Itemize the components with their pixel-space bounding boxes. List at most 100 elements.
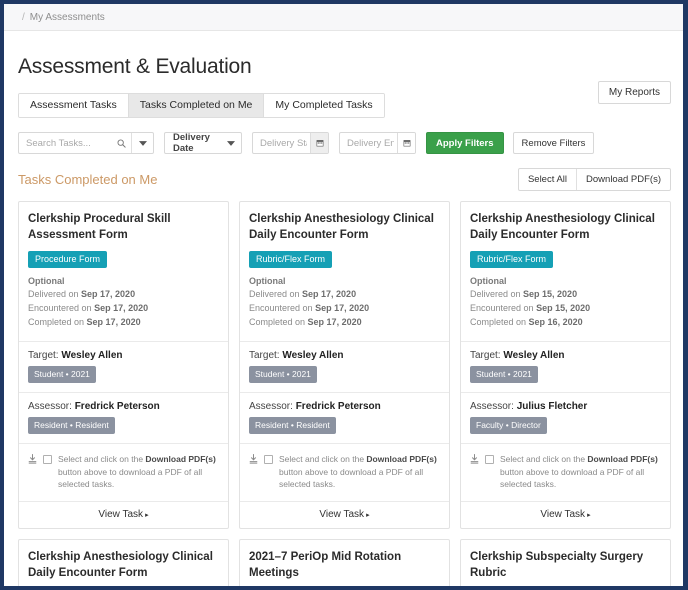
download-instruction-prefix: Select and click on the <box>500 454 587 464</box>
task-meta-prefix: Delivered on <box>28 289 81 299</box>
assessor-name: Julius Fletcher <box>517 401 588 412</box>
target-line: Target: Wesley Allen <box>470 350 661 361</box>
search-icon[interactable] <box>112 133 132 153</box>
task-meta-line: Completed on Sep 17, 2020 <box>28 316 219 330</box>
tab-bar: Assessment TasksTasks Completed on MeMy … <box>18 93 385 118</box>
download-icon <box>28 454 37 467</box>
delivery-end-input[interactable] <box>340 133 397 153</box>
task-card-title: Clerkship Anesthesiology Clinical Daily … <box>470 212 661 243</box>
task-download-row: Select and click on the Download PDF(s) … <box>19 443 228 501</box>
assessor-role-pill: Faculty • Director <box>470 417 547 434</box>
task-meta-prefix: Delivered on <box>470 289 523 299</box>
task-type-badge: Rubric/Flex Form <box>249 251 332 268</box>
view-task-label: View Task <box>540 509 585 520</box>
my-reports-button[interactable]: My Reports <box>598 81 671 104</box>
task-card-grid: Clerkship Procedural Skill Assessment Fo… <box>18 201 671 586</box>
task-download-row: Select and click on the Download PDF(s) … <box>240 443 449 501</box>
chevron-right-icon: ▸ <box>145 512 149 519</box>
delivery-end-calendar-icon[interactable] <box>397 133 415 153</box>
view-task-button[interactable]: View Task▸ <box>461 501 670 528</box>
target-label: Target: <box>470 350 501 361</box>
task-meta-line: Delivered on Sep 17, 2020 <box>28 288 219 302</box>
task-assessor-section: Assessor: Fredrick Peterson Resident • Re… <box>19 392 228 443</box>
download-instruction-suffix: button above to download a PDF of all se… <box>500 467 644 490</box>
task-meta-prefix: Delivered on <box>249 289 302 299</box>
target-line: Target: Wesley Allen <box>28 350 219 361</box>
search-filter-chevron-down-icon[interactable] <box>132 133 153 153</box>
task-card: Clerkship Subspecialty Surgery RubricRub… <box>460 539 671 586</box>
task-select-checkbox[interactable] <box>43 455 52 464</box>
task-assessor-section: Assessor: Fredrick PetersonResident • Re… <box>240 392 449 443</box>
task-meta-value: Sep 17, 2020 <box>302 289 356 299</box>
task-card-title: Clerkship Subspecialty Surgery Rubric <box>470 550 661 581</box>
task-card: Clerkship Anesthesiology Clinical Daily … <box>239 201 450 529</box>
search-input[interactable] <box>19 133 112 153</box>
download-instruction-prefix: Select and click on the <box>279 454 366 464</box>
task-card-title: 2021–7 PeriOp Mid Rotation Meetings <box>249 550 440 581</box>
assessor-role-pill: Resident • Resident <box>28 417 115 434</box>
task-card-date-range: Aug 31, 2020 to Sep 27, 2020 <box>249 585 440 586</box>
breadcrumb-item-my-assessments[interactable]: My Assessments <box>30 12 105 23</box>
download-instruction-suffix: button above to download a PDF of all se… <box>279 467 423 490</box>
task-download-row: Select and click on the Download PDF(s) … <box>461 443 670 501</box>
tab-tasks-completed-on-me[interactable]: Tasks Completed on Me <box>129 94 265 117</box>
delivery-date-select[interactable]: Delivery Date <box>164 132 242 154</box>
task-meta-value: Sep 16, 2020 <box>529 317 583 327</box>
view-task-button[interactable]: View Task▸ <box>240 501 449 528</box>
task-card-header: Clerkship Subspecialty Surgery RubricRub… <box>461 540 670 586</box>
delivery-start-calendar-icon[interactable] <box>310 133 328 153</box>
search-group <box>18 132 154 154</box>
download-instruction-suffix: button above to download a PDF of all se… <box>58 467 202 490</box>
task-meta-value: Sep 15, 2020 <box>536 303 590 313</box>
download-instruction-text: Select and click on the Download PDF(s) … <box>500 453 661 491</box>
delivery-start-group <box>252 132 329 154</box>
task-meta-prefix: Encountered on <box>470 303 536 313</box>
task-card-title: Clerkship Anesthesiology Clinical Daily … <box>249 212 440 243</box>
task-meta-prefix: Completed on <box>28 317 87 327</box>
select-all-button[interactable]: Select All <box>519 169 577 190</box>
app-viewport: / My Assessments Assessment & Evaluation… <box>4 4 683 586</box>
chevron-right-icon: ▸ <box>587 512 591 519</box>
remove-filters-button[interactable]: Remove Filters <box>513 132 595 154</box>
task-select-checkbox[interactable] <box>485 455 494 464</box>
task-meta-line: Completed on Sep 16, 2020 <box>470 316 661 330</box>
download-instruction-bold: Download PDF(s) <box>366 454 436 464</box>
view-task-label: View Task <box>98 509 143 520</box>
apply-filters-button[interactable]: Apply Filters <box>426 132 504 154</box>
task-card: Clerkship Procedural Skill Assessment Fo… <box>18 201 229 529</box>
assessor-line: Assessor: Fredrick Peterson <box>28 401 219 412</box>
task-status-label: Optional <box>470 276 661 286</box>
delivery-end-group <box>339 132 416 154</box>
task-meta-line: Encountered on Sep 17, 2020 <box>249 302 440 316</box>
task-meta-line: Delivered on Sep 17, 2020 <box>249 288 440 302</box>
task-target-section: Target: Wesley Allen Student • 2021 <box>461 341 670 392</box>
task-meta-line: Completed on Sep 17, 2020 <box>249 316 440 330</box>
task-select-checkbox[interactable] <box>264 455 273 464</box>
task-type-badge: Rubric/Flex Form <box>470 251 553 268</box>
section-header: Tasks Completed on Me Select All Downloa… <box>18 168 671 191</box>
target-line: Target: Wesley Allen <box>249 350 440 361</box>
task-meta-value: Sep 15, 2020 <box>523 289 577 299</box>
assessor-line: Assessor: Julius Fletcher <box>470 401 661 412</box>
target-role-pill: Student • 2021 <box>470 366 538 383</box>
delivery-start-input[interactable] <box>253 133 310 153</box>
download-pdfs-button[interactable]: Download PDF(s) <box>577 169 670 190</box>
task-card: 2021–7 PeriOp Mid Rotation Meetings Aug 3… <box>239 539 450 586</box>
target-name: Wesley Allen <box>61 350 122 361</box>
assessor-label: Assessor: <box>470 401 514 412</box>
task-meta-line: Encountered on Sep 15, 2020 <box>470 302 661 316</box>
task-card-header: Clerkship Anesthesiology Clinical Daily … <box>19 540 228 586</box>
task-meta-value: Sep 17, 2020 <box>315 303 369 313</box>
assessor-line: Assessor: Fredrick Peterson <box>249 401 440 412</box>
task-meta-prefix: Encountered on <box>249 303 315 313</box>
task-meta-value: Sep 17, 2020 <box>94 303 148 313</box>
tab-assessment-tasks[interactable]: Assessment Tasks <box>19 94 129 117</box>
task-card-header: Clerkship Anesthesiology Clinical Daily … <box>461 202 670 341</box>
task-card: Clerkship Anesthesiology Clinical Daily … <box>18 539 229 586</box>
chevron-right-icon: ▸ <box>366 512 370 519</box>
tab-my-completed-tasks[interactable]: My Completed Tasks <box>264 94 383 117</box>
view-task-button[interactable]: View Task▸ <box>19 501 228 528</box>
task-card-title: Clerkship Procedural Skill Assessment Fo… <box>28 212 219 243</box>
assessor-name: Fredrick Peterson <box>75 401 160 412</box>
download-instruction-bold: Download PDF(s) <box>587 454 657 464</box>
